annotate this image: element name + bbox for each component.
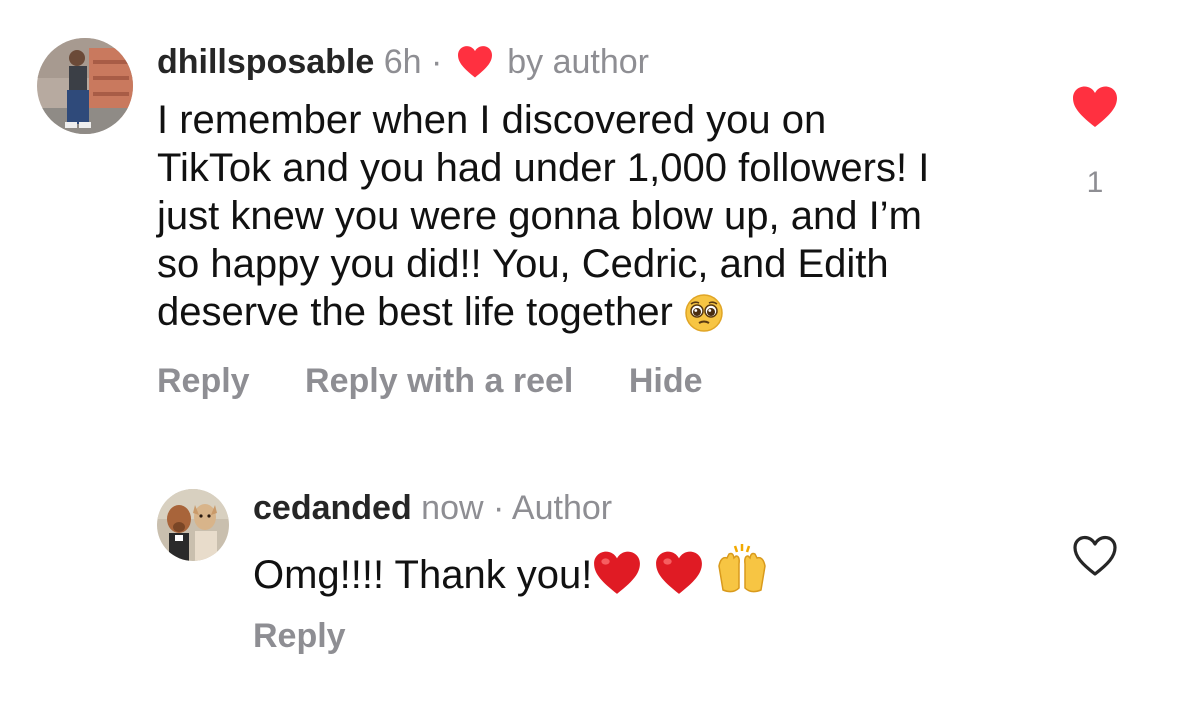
comment-text-line: deserve the best life together: [157, 290, 673, 334]
reply-to-reply-button[interactable]: Reply: [253, 617, 346, 655]
reply-like-button[interactable]: [1071, 534, 1119, 578]
liked-by-author-label: by author: [507, 43, 649, 81]
meta-separator: ·: [493, 489, 505, 527]
pleading-face-emoji: [684, 293, 724, 344]
commenter-username[interactable]: dhillsposable: [157, 43, 374, 81]
reply-time: now: [421, 489, 484, 527]
comment-text: I remember when I discovered you on TikT…: [157, 96, 1037, 344]
comment-text-line: so happy you did!! You, Cedric, and Edit…: [157, 242, 889, 286]
comment-text-line-last: deserve the best life together: [157, 288, 1037, 344]
reply-text: Omg!!!! Thank you!: [253, 542, 769, 607]
reply-text-content: Omg!!!! Thank you!: [253, 553, 593, 597]
comment-text-line: TikTok and you had under 1,000 followers…: [157, 146, 930, 190]
heart-filled-icon: [1073, 86, 1117, 127]
comments-thread: dhillsposable 6h · by author I remember …: [0, 0, 1179, 714]
red-heart-emoji: [592, 550, 642, 607]
raising-hands-emoji: [715, 542, 769, 607]
heart-outline-icon: [1073, 535, 1117, 576]
hide-button[interactable]: Hide: [629, 362, 703, 400]
comment-actions: Reply Reply with a reel Hide: [157, 361, 749, 401]
comment-meta: dhillsposable 6h · by author: [157, 42, 649, 82]
comment-text-line: I remember when I discovered you on: [157, 98, 827, 142]
red-heart-emoji: [654, 550, 704, 607]
author-badge: Author: [511, 489, 613, 527]
comment-time: 6h: [383, 43, 422, 81]
comment-like-button[interactable]: [1071, 85, 1119, 129]
meta-separator: ·: [431, 43, 443, 81]
reply-username[interactable]: cedanded: [253, 489, 412, 527]
reply-avatar[interactable]: [157, 489, 229, 561]
comment-text-line: just knew you were gonna blow up, and I’…: [157, 194, 922, 238]
reply-button[interactable]: Reply: [157, 362, 250, 400]
commenter-avatar[interactable]: [37, 38, 133, 134]
reply-with-reel-button[interactable]: Reply with a reel: [305, 362, 573, 400]
reply-meta: cedanded now · Author: [253, 488, 612, 528]
reply-actions: Reply: [253, 616, 392, 656]
liked-by-author-heart-icon: [456, 45, 494, 79]
comment-like-count[interactable]: 1: [1085, 166, 1105, 200]
